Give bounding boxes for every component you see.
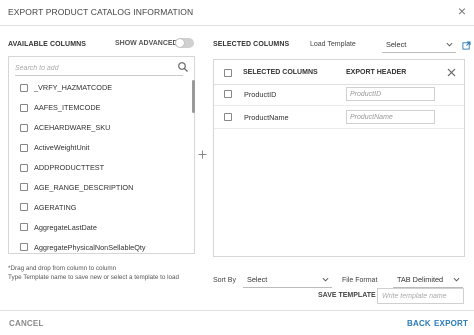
- dialog-title: EXPORT PRODUCT CATALOG INFORMATION: [8, 7, 194, 17]
- clear-all-icon[interactable]: [447, 68, 456, 77]
- item-label: ActiveWeightUnit: [34, 143, 90, 153]
- drag-drop-hint: *Drag and drop from column to column: [8, 265, 117, 272]
- selected-columns-panel: SELECTED COLUMNS EXPORT HEADER ProductID…: [213, 59, 465, 257]
- sort-by-select[interactable]: Select: [243, 272, 332, 288]
- item-checkbox[interactable]: [20, 103, 28, 112]
- item-label: AGERATING: [34, 202, 77, 212]
- list-item[interactable]: AGE_RANGE_DESCRIPTION: [9, 177, 190, 197]
- item-checkbox[interactable]: [20, 203, 28, 212]
- sort-by-label: Sort By: [213, 277, 236, 284]
- list-item[interactable]: AAFES_ITEMCODE: [9, 98, 190, 118]
- export-header-input[interactable]: ProductID: [346, 87, 435, 101]
- sort-by-value: Select: [247, 275, 268, 284]
- file-format-label: File Format: [342, 277, 378, 284]
- export-header-input[interactable]: ProductName: [346, 110, 435, 124]
- show-advanced-toggle[interactable]: [175, 38, 194, 48]
- load-template-label: Load Template: [310, 41, 356, 48]
- table-row[interactable]: ProductID ProductID: [214, 83, 464, 106]
- template-name-input[interactable]: Write template name: [377, 288, 464, 304]
- file-format-value: TAB Delimited: [397, 275, 444, 284]
- list-item[interactable]: ADDPRODUCTTEST: [9, 158, 190, 178]
- selected-table-header: SELECTED COLUMNS EXPORT HEADER: [214, 60, 464, 85]
- column-search-input[interactable]: [15, 62, 183, 76]
- chevron-down-icon: [453, 277, 460, 282]
- template-hint: Type Template name to save new or select…: [8, 274, 180, 281]
- close-icon[interactable]: ×: [458, 4, 466, 18]
- available-columns-heading: AVAILABLE COLUMNS: [8, 41, 87, 48]
- chevron-down-icon: [322, 277, 329, 282]
- row-checkbox[interactable]: [224, 90, 232, 98]
- item-checkbox[interactable]: [20, 123, 28, 132]
- search-icon[interactable]: [177, 61, 189, 73]
- list-item[interactable]: _VRFY_HAZMATCODE: [9, 78, 190, 98]
- toggle-knob: [176, 39, 184, 47]
- item-label: ACEHARDWARE_SKU: [34, 123, 111, 133]
- export-button[interactable]: EXPORT: [434, 319, 468, 328]
- load-template-value: Select: [386, 40, 407, 49]
- column-header-selected: SELECTED COLUMNS: [243, 69, 318, 76]
- row-checkbox[interactable]: [224, 113, 232, 121]
- item-label: AAFES_ITEMCODE: [34, 103, 101, 113]
- back-button[interactable]: BACK: [407, 319, 431, 328]
- item-label: AggregateLastDate: [34, 222, 97, 232]
- selected-columns-heading: SELECTED COLUMNS: [213, 41, 290, 48]
- table-row[interactable]: ProductName ProductName: [214, 106, 464, 129]
- column-header-export: EXPORT HEADER: [346, 69, 407, 76]
- item-checkbox[interactable]: [20, 83, 28, 92]
- selected-column-name: ProductName: [244, 113, 289, 122]
- file-format-select[interactable]: TAB Delimited: [393, 272, 463, 288]
- available-columns-panel: _VRFY_HAZMATCODE AAFES_ITEMCODE ACEHARDW…: [8, 56, 195, 254]
- list-scrollbar[interactable]: [191, 77, 195, 253]
- list-item[interactable]: ActiveWeightUnit: [9, 138, 190, 158]
- list-item[interactable]: AggregatePhysicalNonSellableQty: [9, 237, 190, 254]
- load-template-select[interactable]: Select: [382, 37, 456, 53]
- item-label: AggregatePhysicalNonSellableQty: [34, 242, 146, 252]
- dialog-title-bar: EXPORT PRODUCT CATALOG INFORMATION ×: [0, 0, 474, 26]
- chevron-down-icon: [446, 42, 453, 47]
- scrollbar-thumb[interactable]: [192, 80, 195, 113]
- show-advanced-label: SHOW ADVANCED: [115, 40, 178, 47]
- item-checkbox[interactable]: [20, 183, 28, 192]
- external-link-icon[interactable]: [462, 41, 471, 50]
- selected-column-name: ProductID: [244, 90, 277, 99]
- cancel-button[interactable]: CANCEL: [9, 319, 44, 328]
- item-checkbox[interactable]: [20, 243, 28, 252]
- save-template-label: SAVE TEMPLATE: [318, 292, 376, 299]
- list-item[interactable]: AGERATING: [9, 197, 190, 217]
- item-label: _VRFY_HAZMATCODE: [34, 83, 113, 93]
- plus-icon: [198, 150, 207, 159]
- item-label: ADDPRODUCTTEST: [34, 163, 105, 172]
- list-item[interactable]: ACEHARDWARE_SKU: [9, 118, 190, 138]
- item-checkbox[interactable]: [20, 143, 28, 152]
- dialog-footer: CANCEL BACK EXPORT: [0, 310, 474, 335]
- list-item[interactable]: AggregateLastDate: [9, 217, 190, 237]
- item-checkbox[interactable]: [20, 163, 28, 172]
- available-columns-list: _VRFY_HAZMATCODE AAFES_ITEMCODE ACEHARDW…: [9, 78, 190, 254]
- template-name-placeholder: Write template name: [382, 292, 447, 300]
- item-checkbox[interactable]: [20, 223, 28, 232]
- item-label: AGE_RANGE_DESCRIPTION: [34, 182, 134, 192]
- select-all-checkbox[interactable]: [224, 69, 232, 77]
